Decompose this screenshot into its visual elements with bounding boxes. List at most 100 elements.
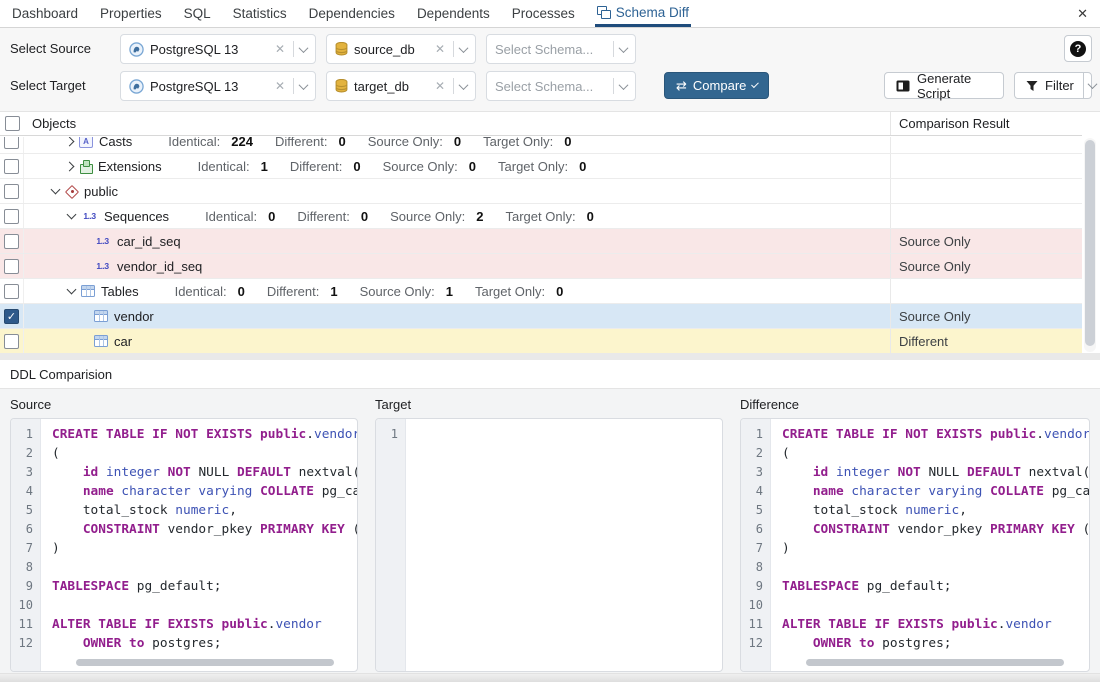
tab-dependents[interactable]: Dependents bbox=[415, 0, 492, 27]
scrollbar-thumb[interactable] bbox=[1085, 140, 1095, 346]
code-line: CONSTRAINT vendor_pkey PRIMARY KEY (id) bbox=[782, 520, 1089, 539]
select-all-checkbox[interactable] bbox=[5, 116, 20, 131]
row-checkbox[interactable] bbox=[4, 184, 19, 199]
stat-value-identical: 224 bbox=[231, 137, 253, 149]
grid-row-vendor-id-seq[interactable]: 1..3vendor_id_seqSource Only bbox=[0, 254, 1082, 279]
code-line: name character varying COLLATE pg_catalo… bbox=[782, 482, 1089, 501]
source-database-select[interactable]: source_db ✕ bbox=[326, 34, 476, 64]
row-checkbox[interactable] bbox=[4, 259, 19, 274]
tab-dependencies[interactable]: Dependencies bbox=[307, 0, 397, 27]
target-database-select[interactable]: target_db ✕ bbox=[326, 71, 476, 101]
row-checkbox[interactable] bbox=[4, 159, 19, 174]
chevron-down-icon[interactable] bbox=[67, 285, 77, 295]
chevron-right-icon[interactable] bbox=[65, 161, 75, 171]
grid-row-vendor[interactable]: ✓vendorSource Only bbox=[0, 304, 1082, 329]
chevron-down-icon[interactable] bbox=[299, 80, 309, 90]
tab-dashboard[interactable]: Dashboard bbox=[10, 0, 80, 27]
clear-icon[interactable]: ✕ bbox=[273, 42, 287, 56]
chevron-down-icon[interactable] bbox=[51, 185, 61, 195]
grid-row-car[interactable]: car Different bbox=[0, 329, 1082, 353]
chevron-down-icon[interactable] bbox=[299, 43, 309, 53]
code-line: ) bbox=[782, 539, 1089, 558]
close-icon[interactable]: ✕ bbox=[1077, 6, 1088, 22]
horizontal-scrollbar-thumb[interactable] bbox=[76, 659, 334, 666]
code-token: , bbox=[229, 503, 237, 518]
row-checkbox[interactable] bbox=[4, 137, 19, 149]
code-token: CREATE TABLE IF NOT EXISTS bbox=[52, 427, 260, 442]
stat-value-target_only: 0 bbox=[556, 284, 563, 299]
chevron-right-icon[interactable] bbox=[65, 137, 75, 146]
grid-row-tables[interactable]: TablesIdentical:0Different:1Source Only:… bbox=[0, 279, 1082, 304]
source-server-select[interactable]: PostgreSQL 13 ✕ bbox=[120, 34, 316, 64]
tab-statistics[interactable]: Statistics bbox=[231, 0, 289, 27]
line-number: 2 bbox=[741, 444, 770, 463]
clear-icon[interactable]: ✕ bbox=[273, 79, 287, 93]
row-checkbox-cell bbox=[0, 229, 24, 253]
source-ddl-editor[interactable]: 123456789101112CREATE TABLE IF NOT EXIST… bbox=[10, 418, 358, 672]
code-token bbox=[782, 465, 813, 480]
grid-row-car-id-seq[interactable]: 1..3car_id_seqSource Only bbox=[0, 229, 1082, 254]
grid-row-public[interactable]: public bbox=[0, 179, 1082, 204]
tab-properties[interactable]: Properties bbox=[98, 0, 164, 27]
line-number: 7 bbox=[11, 539, 40, 558]
tab-sql[interactable]: SQL bbox=[182, 0, 213, 27]
grid-vertical-scrollbar[interactable] bbox=[1084, 138, 1096, 352]
grid-row-extensions[interactable]: ExtensionsIdentical:1Different:0Source O… bbox=[0, 154, 1082, 179]
code-token: COLLATE bbox=[990, 484, 1044, 499]
row-checkbox[interactable]: ✓ bbox=[4, 309, 19, 324]
chevron-down-icon[interactable] bbox=[459, 80, 469, 90]
difference-ddl-editor[interactable]: 123456789101112CREATE TABLE IF NOT EXIST… bbox=[740, 418, 1090, 672]
stat-value-identical: 0 bbox=[238, 284, 245, 299]
comparison-result-value: Different bbox=[899, 334, 948, 349]
tab-processes[interactable]: Processes bbox=[510, 0, 577, 27]
chevron-down-icon[interactable] bbox=[619, 43, 629, 53]
row-result-cell: Different bbox=[890, 329, 1082, 353]
line-number: 3 bbox=[741, 463, 770, 482]
target-server-select[interactable]: PostgreSQL 13 ✕ bbox=[120, 71, 316, 101]
stat-value-target_only: 0 bbox=[579, 159, 586, 174]
horizontal-scrollbar-thumb[interactable] bbox=[806, 659, 1064, 666]
row-objects-cell: car bbox=[24, 329, 890, 353]
chevron-down-icon[interactable] bbox=[459, 43, 469, 53]
row-checkbox[interactable] bbox=[4, 234, 19, 249]
generate-script-button[interactable]: Generate Script bbox=[884, 72, 1004, 99]
schema-diff-window: Dashboard Properties SQL Statistics Dependen… bbox=[0, 0, 1100, 682]
compare-button[interactable]: ⇄ Compare bbox=[664, 72, 769, 99]
filter-button[interactable]: Filter bbox=[1014, 72, 1092, 99]
stat-label-identical: Identical: bbox=[168, 137, 220, 149]
help-button[interactable]: ? bbox=[1064, 35, 1092, 62]
target-ddl-editor[interactable]: 1 bbox=[375, 418, 723, 672]
code-token: name bbox=[83, 484, 114, 499]
source-schema-select[interactable]: Select Schema... bbox=[486, 34, 636, 64]
filter-label: Filter bbox=[1045, 78, 1074, 93]
postgresql-icon bbox=[129, 79, 144, 94]
code-token: pg_catalog. bbox=[1044, 484, 1089, 499]
line-number-gutter: 123456789101112 bbox=[741, 419, 771, 671]
stat-value-source_only: 1 bbox=[446, 284, 453, 299]
row-checkbox[interactable] bbox=[4, 209, 19, 224]
clear-icon[interactable]: ✕ bbox=[433, 42, 447, 56]
grid-row-casts[interactable]: ACastsIdentical:224Different:0Source Onl… bbox=[0, 137, 1082, 154]
filter-dropdown-button[interactable] bbox=[1083, 73, 1100, 98]
row-checkbox[interactable] bbox=[4, 284, 19, 299]
stat-label-source_only: Source Only: bbox=[360, 284, 435, 299]
target-schema-select[interactable]: Select Schema... bbox=[486, 71, 636, 101]
code-token: NOT bbox=[898, 465, 921, 480]
section-divider bbox=[0, 353, 1100, 360]
code-line: name character varying COLLATE pg_catalo… bbox=[52, 482, 357, 501]
line-number: 4 bbox=[741, 482, 770, 501]
tab-schema-diff[interactable]: Schema Diff bbox=[595, 0, 691, 27]
code-area: CREATE TABLE IF NOT EXISTS public.vendor… bbox=[772, 419, 1089, 671]
code-token: COLLATE bbox=[260, 484, 314, 499]
code-token: numeric bbox=[175, 503, 229, 518]
code-token: ( bbox=[782, 446, 790, 461]
divider bbox=[453, 78, 454, 94]
grid-row-sequences[interactable]: 1..3SequencesIdentical:0Different:0Sourc… bbox=[0, 204, 1082, 229]
row-checkbox[interactable] bbox=[4, 334, 19, 349]
chevron-down-icon[interactable] bbox=[619, 80, 629, 90]
line-number: 4 bbox=[11, 482, 40, 501]
row-objects-cell: 1..3vendor_id_seq bbox=[24, 254, 890, 278]
code-token: , bbox=[959, 503, 967, 518]
clear-icon[interactable]: ✕ bbox=[433, 79, 447, 93]
chevron-down-icon[interactable] bbox=[67, 210, 77, 220]
